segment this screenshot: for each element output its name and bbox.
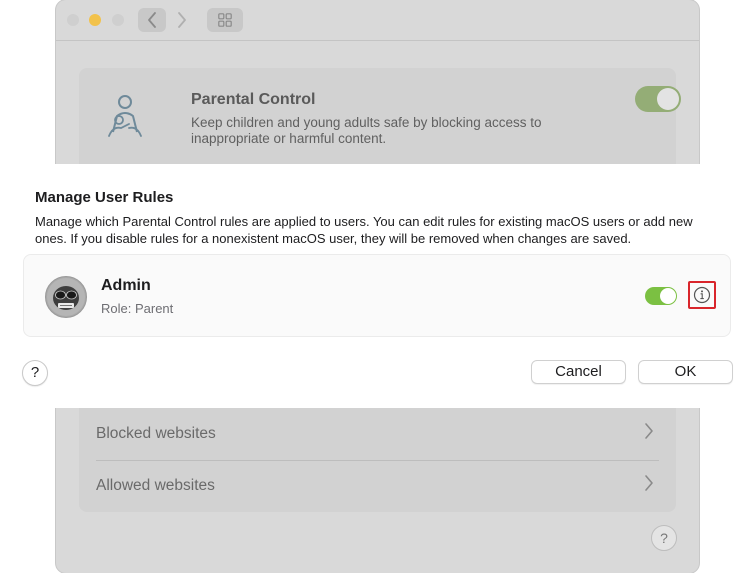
forward-button[interactable]	[168, 8, 196, 32]
website-lists-card: Blocked websites Allowed websites	[79, 408, 676, 512]
background-window-bottom: Blocked websites Allowed websites ?	[56, 408, 699, 573]
chevron-right-icon	[645, 423, 653, 439]
user-name: Admin	[101, 277, 151, 294]
help-button[interactable]: ?	[22, 360, 48, 386]
chevron-left-icon	[148, 12, 156, 28]
maximize-icon[interactable]	[112, 14, 124, 26]
list-item-label: Blocked websites	[96, 425, 216, 442]
titlebar	[56, 0, 699, 41]
sheet-title: Manage User Rules	[35, 189, 174, 206]
parental-control-toggle[interactable]	[635, 86, 681, 112]
chevron-right-icon	[178, 12, 186, 28]
grid-view-button[interactable]	[207, 8, 243, 32]
parental-control-title: Parental Control	[191, 91, 316, 108]
parent-child-icon	[108, 95, 142, 137]
chevron-right-icon	[645, 475, 653, 491]
toggle-knob	[660, 288, 676, 304]
sheet-description: Manage which Parental Control rules are …	[35, 214, 693, 246]
back-button[interactable]	[138, 8, 166, 32]
user-avatar	[45, 276, 87, 318]
cancel-button[interactable]: Cancel	[531, 360, 626, 384]
manage-user-rules-sheet: Manage User Rules Manage which Parental …	[0, 164, 755, 408]
user-rules-toggle[interactable]	[645, 287, 677, 305]
list-item-blocked-websites[interactable]: Blocked websites	[96, 408, 659, 461]
minimize-icon[interactable]	[89, 14, 101, 26]
avatar-image-icon	[47, 278, 85, 316]
background-help-button[interactable]: ?	[651, 525, 677, 551]
user-info-button[interactable]	[688, 281, 716, 309]
background-window-top: Parental Control Keep children and young…	[56, 0, 699, 188]
grid-view-icon	[218, 13, 232, 27]
user-row: Admin Role: Parent	[23, 254, 731, 337]
list-item-allowed-websites[interactable]: Allowed websites	[96, 460, 659, 512]
info-circle-icon	[693, 286, 711, 304]
close-icon[interactable]	[67, 14, 79, 26]
user-role: Role: Parent	[101, 301, 174, 316]
toggle-knob	[657, 88, 679, 110]
list-item-label: Allowed websites	[96, 477, 215, 494]
parental-control-description: Keep children and young adults safe by b…	[191, 115, 542, 146]
ok-button[interactable]: OK	[638, 360, 733, 384]
